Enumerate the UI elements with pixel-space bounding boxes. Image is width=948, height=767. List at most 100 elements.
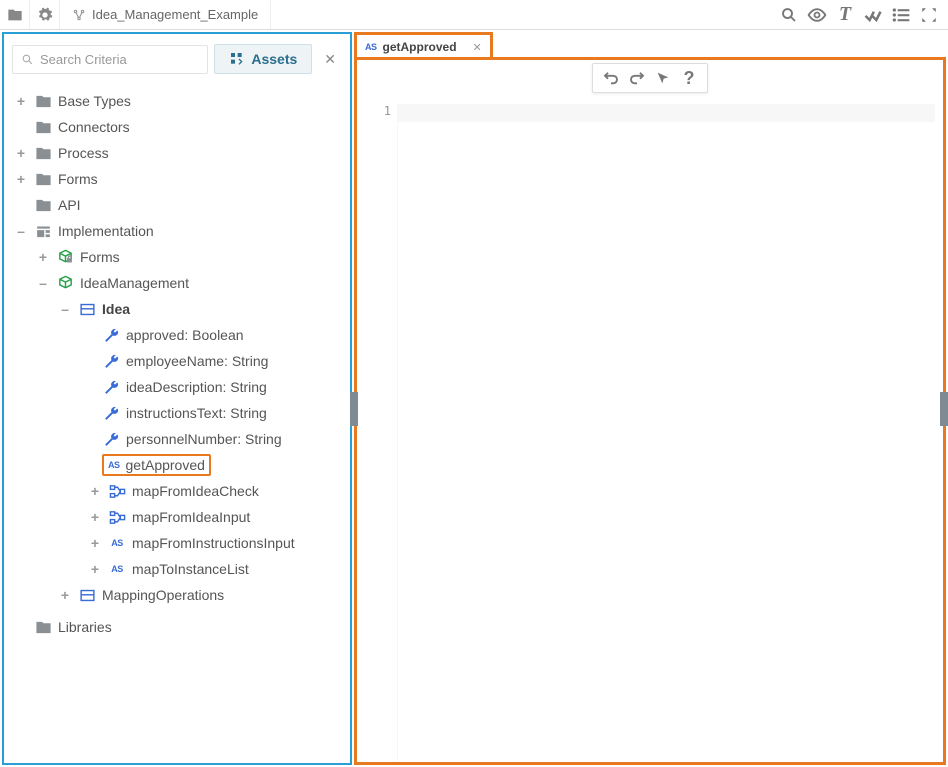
tree-label: mapFromIdeaInput bbox=[132, 509, 250, 525]
expand-icon[interactable]: + bbox=[88, 509, 102, 525]
tree-label: Implementation bbox=[58, 223, 154, 239]
expand-icon[interactable]: + bbox=[88, 535, 102, 551]
tree-label: mapFromInstructionsInput bbox=[132, 535, 295, 551]
collapse-icon[interactable]: – bbox=[14, 223, 28, 239]
tree-node-impl-forms[interactable]: + Forms bbox=[8, 244, 346, 270]
tree-label: API bbox=[58, 197, 81, 213]
tree-label: Idea bbox=[102, 301, 130, 317]
tree-label: mapToInstanceList bbox=[132, 561, 249, 577]
tree-label: Libraries bbox=[58, 619, 112, 635]
close-icon[interactable]: ✕ bbox=[473, 41, 482, 54]
eye-icon[interactable] bbox=[804, 2, 830, 28]
tree-node-employeename[interactable]: employeeName: String bbox=[8, 348, 346, 374]
project-explorer: Search Criteria Assets ✕ + Base Types Co… bbox=[2, 32, 352, 765]
wrench-icon bbox=[102, 404, 120, 422]
wrench-icon bbox=[102, 430, 120, 448]
tree-node-idea[interactable]: – Idea bbox=[8, 296, 346, 322]
tree-node-personnelnumber[interactable]: personnelNumber: String bbox=[8, 426, 346, 452]
script-icon: AS bbox=[108, 460, 120, 470]
entity-icon bbox=[78, 300, 96, 318]
tree-label: employeeName: String bbox=[126, 353, 268, 369]
expand-icon[interactable]: + bbox=[88, 483, 102, 499]
tree-node-mapfromideacheck[interactable]: + mapFromIdeaCheck bbox=[8, 478, 346, 504]
wrench-icon bbox=[102, 352, 120, 370]
tree-label: Connectors bbox=[58, 119, 130, 135]
wrench-icon bbox=[102, 326, 120, 344]
tree-node-process[interactable]: + Process bbox=[8, 140, 346, 166]
tree-label: instructionsText: String bbox=[126, 405, 267, 421]
list-icon[interactable] bbox=[888, 2, 914, 28]
selected-node-highlight: AS getApproved bbox=[102, 454, 211, 476]
cursor-icon[interactable] bbox=[651, 67, 675, 89]
mapping-icon bbox=[108, 508, 126, 526]
code-editor[interactable] bbox=[397, 104, 943, 762]
wrench-icon bbox=[102, 378, 120, 396]
mapping-icon bbox=[108, 482, 126, 500]
collapse-icon[interactable]: – bbox=[58, 301, 72, 317]
tree-node-base-types[interactable]: + Base Types bbox=[8, 88, 346, 114]
collapse-icon[interactable]: – bbox=[36, 275, 50, 291]
entity-icon bbox=[78, 586, 96, 604]
folder-icon bbox=[34, 196, 52, 214]
tree-node-mapfromideainput[interactable]: + mapFromIdeaInput bbox=[8, 504, 346, 530]
cube-lock-icon bbox=[56, 248, 74, 266]
expand-icon[interactable]: + bbox=[36, 249, 50, 265]
validate-icon[interactable] bbox=[860, 2, 886, 28]
tree-label: IdeaManagement bbox=[80, 275, 189, 291]
tree-node-ideamanagement[interactable]: – IdeaManagement bbox=[8, 270, 346, 296]
editor-panel: AS getApproved ✕ ? 1 bbox=[354, 32, 946, 765]
project-tab-label: Idea_Management_Example bbox=[92, 7, 258, 22]
tree-node-maptoinstancelist[interactable]: + AS mapToInstanceList bbox=[8, 556, 346, 582]
tree-label: Forms bbox=[80, 249, 120, 265]
expand-icon[interactable]: + bbox=[58, 587, 72, 603]
expand-icon[interactable]: + bbox=[14, 171, 28, 187]
search-input[interactable]: Search Criteria bbox=[12, 45, 208, 74]
help-icon[interactable]: ? bbox=[677, 67, 701, 89]
line-number: 1 bbox=[357, 104, 391, 118]
search-icon[interactable] bbox=[776, 2, 802, 28]
undo-icon[interactable] bbox=[599, 67, 623, 89]
close-icon[interactable]: ✕ bbox=[318, 51, 342, 68]
editor-tab-getapproved[interactable]: AS getApproved ✕ bbox=[354, 32, 493, 59]
tree-label: Forms bbox=[58, 171, 98, 187]
folder-icon bbox=[34, 118, 52, 136]
tree-label: personnelNumber: String bbox=[126, 431, 282, 447]
tree-node-ideadescription[interactable]: ideaDescription: String bbox=[8, 374, 346, 400]
folder-menu-icon[interactable] bbox=[0, 0, 30, 29]
tree-node-libraries[interactable]: Libraries bbox=[8, 614, 346, 640]
splitter-right[interactable] bbox=[940, 392, 948, 426]
script-icon: AS bbox=[108, 564, 126, 574]
tree-node-forms[interactable]: + Forms bbox=[8, 166, 346, 192]
search-placeholder: Search Criteria bbox=[40, 52, 127, 67]
tree-node-getapproved[interactable]: AS getApproved bbox=[8, 452, 346, 478]
script-icon: AS bbox=[365, 42, 377, 52]
assets-toggle[interactable]: Assets bbox=[214, 44, 312, 74]
tree-node-api[interactable]: API bbox=[8, 192, 346, 218]
script-icon: AS bbox=[108, 538, 126, 548]
folder-icon bbox=[34, 144, 52, 162]
gear-icon[interactable] bbox=[30, 0, 60, 29]
tree-node-mapfrominstructionsinput[interactable]: + AS mapFromInstructionsInput bbox=[8, 530, 346, 556]
editor-tab-label: getApproved bbox=[383, 40, 457, 54]
redo-icon[interactable] bbox=[625, 67, 649, 89]
tree-node-mappingoperations[interactable]: + MappingOperations bbox=[8, 582, 346, 608]
tree-node-instructionstext[interactable]: instructionsText: String bbox=[8, 400, 346, 426]
tree-node-connectors[interactable]: Connectors bbox=[8, 114, 346, 140]
cube-icon bbox=[56, 274, 74, 292]
splitter-left[interactable] bbox=[350, 392, 358, 426]
editor-toolbar: ? bbox=[592, 63, 708, 93]
project-tab[interactable]: Idea_Management_Example bbox=[60, 0, 271, 29]
expand-icon[interactable]: + bbox=[88, 561, 102, 577]
top-actions: T bbox=[776, 0, 948, 29]
tree-node-implementation[interactable]: – Implementation bbox=[8, 218, 346, 244]
expand-icon[interactable] bbox=[916, 2, 942, 28]
top-bar: Idea_Management_Example T bbox=[0, 0, 948, 30]
tree-label: Process bbox=[58, 145, 109, 161]
tree-node-approved[interactable]: approved: Boolean bbox=[8, 322, 346, 348]
tree-label: approved: Boolean bbox=[126, 327, 244, 343]
expand-icon[interactable]: + bbox=[14, 145, 28, 161]
text-icon[interactable]: T bbox=[832, 2, 858, 28]
folder-icon bbox=[34, 618, 52, 636]
expand-icon[interactable]: + bbox=[14, 93, 28, 109]
line-gutter: 1 bbox=[357, 104, 397, 118]
